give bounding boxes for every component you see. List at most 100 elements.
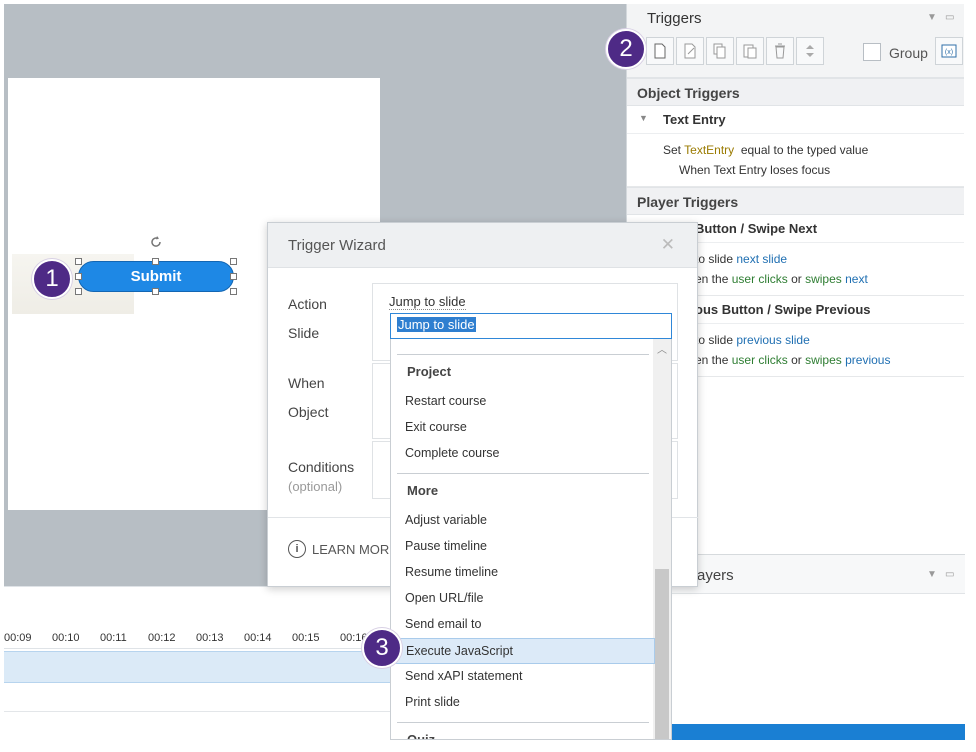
next-direction-link[interactable]: next: [845, 272, 868, 286]
next-action-prefix: to slide: [695, 252, 734, 266]
action-label: Action: [288, 296, 327, 312]
info-icon: i: [288, 540, 306, 558]
learn-more-label: LEARN MORE: [312, 541, 398, 557]
menu-item-exit-course[interactable]: Exit course: [391, 415, 655, 441]
rotate-handle-icon[interactable]: [148, 234, 164, 250]
timeline-track[interactable]: [4, 651, 394, 683]
menu-item-open-url[interactable]: Open URL/file: [391, 586, 655, 612]
edit-icon: [684, 43, 696, 59]
svg-text:(x): (x): [945, 49, 953, 56]
edit-trigger-button[interactable]: [676, 37, 704, 65]
text-entry-group-label: Text Entry: [663, 112, 726, 127]
layers-menu-icon[interactable]: ▼: [927, 569, 937, 580]
dropdown-separator: [397, 722, 649, 723]
text-entry-trigger[interactable]: Set TextEntry equal to the typed value W…: [627, 134, 964, 187]
resize-handle[interactable]: [152, 258, 159, 265]
resize-handle[interactable]: [152, 288, 159, 295]
reorder-trigger-button[interactable]: [796, 37, 824, 65]
action-dropdown[interactable]: Jump to slide: [389, 294, 466, 310]
resize-handle[interactable]: [75, 288, 82, 295]
copy-trigger-button[interactable]: [706, 37, 734, 65]
object-label: Object: [288, 404, 329, 420]
action-dropdown-list[interactable]: ︿ Project Restart course Exit course Com…: [390, 339, 672, 740]
resize-handle[interactable]: [230, 288, 237, 295]
timeline-tick: 00:15: [292, 632, 320, 644]
close-icon[interactable]: ✕: [661, 235, 675, 255]
previous-action-prefix: to slide: [695, 333, 734, 347]
previous-group-label: ous Button / Swipe Previous: [695, 302, 871, 317]
scroll-up-icon[interactable]: ︿: [657, 341, 667, 356]
timeline-tick: 00:13: [196, 632, 224, 644]
base-layer-row[interactable]: [671, 724, 965, 740]
new-file-icon: [654, 43, 666, 59]
copy-icon: [713, 43, 726, 59]
triggers-toolbar: Group (x): [627, 32, 964, 78]
next-group-label: Button / Swipe Next: [695, 221, 818, 236]
previous-user-clicks-link[interactable]: user clicks: [732, 353, 788, 367]
player-triggers-title: Player Triggers: [637, 194, 739, 210]
menu-item-restart-course[interactable]: Restart course: [391, 389, 655, 415]
previous-slide-link[interactable]: previous slide: [736, 333, 809, 347]
menu-item-adjust-variable[interactable]: Adjust variable: [391, 508, 655, 534]
timeline-ruler[interactable]: 00:09 00:10 00:11 00:12 00:13 00:14 00:1…: [4, 627, 404, 649]
triggers-panel-title: Triggers: [647, 10, 702, 27]
when-label: When: [288, 375, 325, 391]
previous-when-prefix: en the: [695, 353, 729, 367]
category-quiz: Quiz: [407, 732, 436, 740]
paste-trigger-button[interactable]: [736, 37, 764, 65]
conditions-label: Conditions: [288, 459, 355, 475]
previous-direction-link[interactable]: previous: [845, 353, 890, 367]
next-swipes-link[interactable]: swipes: [805, 272, 842, 286]
trigger-when-text: When Text Entry loses focus: [679, 163, 831, 177]
group-checkbox[interactable]: [863, 43, 881, 61]
callout-marker-1: 1: [32, 259, 72, 299]
resize-handle[interactable]: [230, 273, 237, 280]
menu-item-resume-timeline[interactable]: Resume timeline: [391, 560, 655, 586]
timeline-tick: 00:09: [4, 632, 32, 644]
next-when-prefix: en the: [695, 272, 729, 286]
menu-item-send-email[interactable]: Send email to: [391, 612, 655, 638]
resize-handle[interactable]: [75, 273, 82, 280]
object-triggers-header[interactable]: Object Triggers: [627, 78, 964, 106]
callout-marker-3: 3: [362, 628, 402, 668]
menu-item-pause-timeline[interactable]: Pause timeline: [391, 534, 655, 560]
new-trigger-button[interactable]: [646, 37, 674, 65]
menu-item-send-xapi[interactable]: Send xAPI statement: [391, 664, 655, 690]
category-project: Project: [407, 364, 452, 379]
timeline-tick: 00:10: [52, 632, 80, 644]
trigger-set-text: Set: [663, 143, 682, 157]
dialog-title: Trigger Wizard: [288, 237, 386, 254]
slide-label: Slide: [288, 325, 320, 341]
storyline-editor: Submit 00:09 00:10 00:11 00:12 00:13 00:…: [0, 0, 976, 752]
resize-handle[interactable]: [75, 258, 82, 265]
menu-item-complete-course[interactable]: Complete course: [391, 441, 655, 467]
next-user-clicks-link[interactable]: user clicks: [732, 272, 788, 286]
dropdown-scrollbar[interactable]: ︿: [653, 339, 671, 739]
category-more: More: [407, 483, 439, 498]
trash-icon: [775, 43, 785, 59]
dropdown-separator: [397, 354, 649, 355]
menu-item-execute-javascript[interactable]: Execute JavaScript: [391, 638, 655, 664]
panel-float-icon[interactable]: ▭: [945, 12, 954, 23]
resize-handle[interactable]: [230, 258, 237, 265]
layers-float-icon[interactable]: ▭: [945, 569, 954, 580]
callout-marker-2: 2: [606, 29, 646, 69]
up-down-arrows-icon: [806, 45, 814, 57]
variables-button[interactable]: (x): [935, 37, 963, 65]
player-triggers-header[interactable]: Player Triggers: [627, 187, 964, 215]
previous-swipes-link[interactable]: swipes: [805, 353, 842, 367]
timeline-tick: 00:12: [148, 632, 176, 644]
scrollbar-thumb[interactable]: [655, 569, 669, 739]
next-slide-link[interactable]: next slide: [736, 252, 787, 266]
action-search-input[interactable]: Jump to slide: [390, 313, 672, 339]
learn-more-link[interactable]: i LEARN MORE: [288, 540, 398, 558]
menu-item-print-slide[interactable]: Print slide: [391, 690, 655, 716]
text-entry-group[interactable]: ▼ Text Entry: [627, 106, 964, 134]
next-or-text: or: [791, 272, 802, 286]
trigger-variable-link[interactable]: TextEntry: [684, 143, 734, 157]
triggers-panel-header: Triggers ▼ ▭: [627, 4, 964, 32]
delete-trigger-button[interactable]: [766, 37, 794, 65]
collapse-icon[interactable]: ▼: [639, 113, 648, 123]
object-triggers-title: Object Triggers: [637, 85, 740, 101]
panel-menu-icon[interactable]: ▼: [927, 12, 937, 23]
